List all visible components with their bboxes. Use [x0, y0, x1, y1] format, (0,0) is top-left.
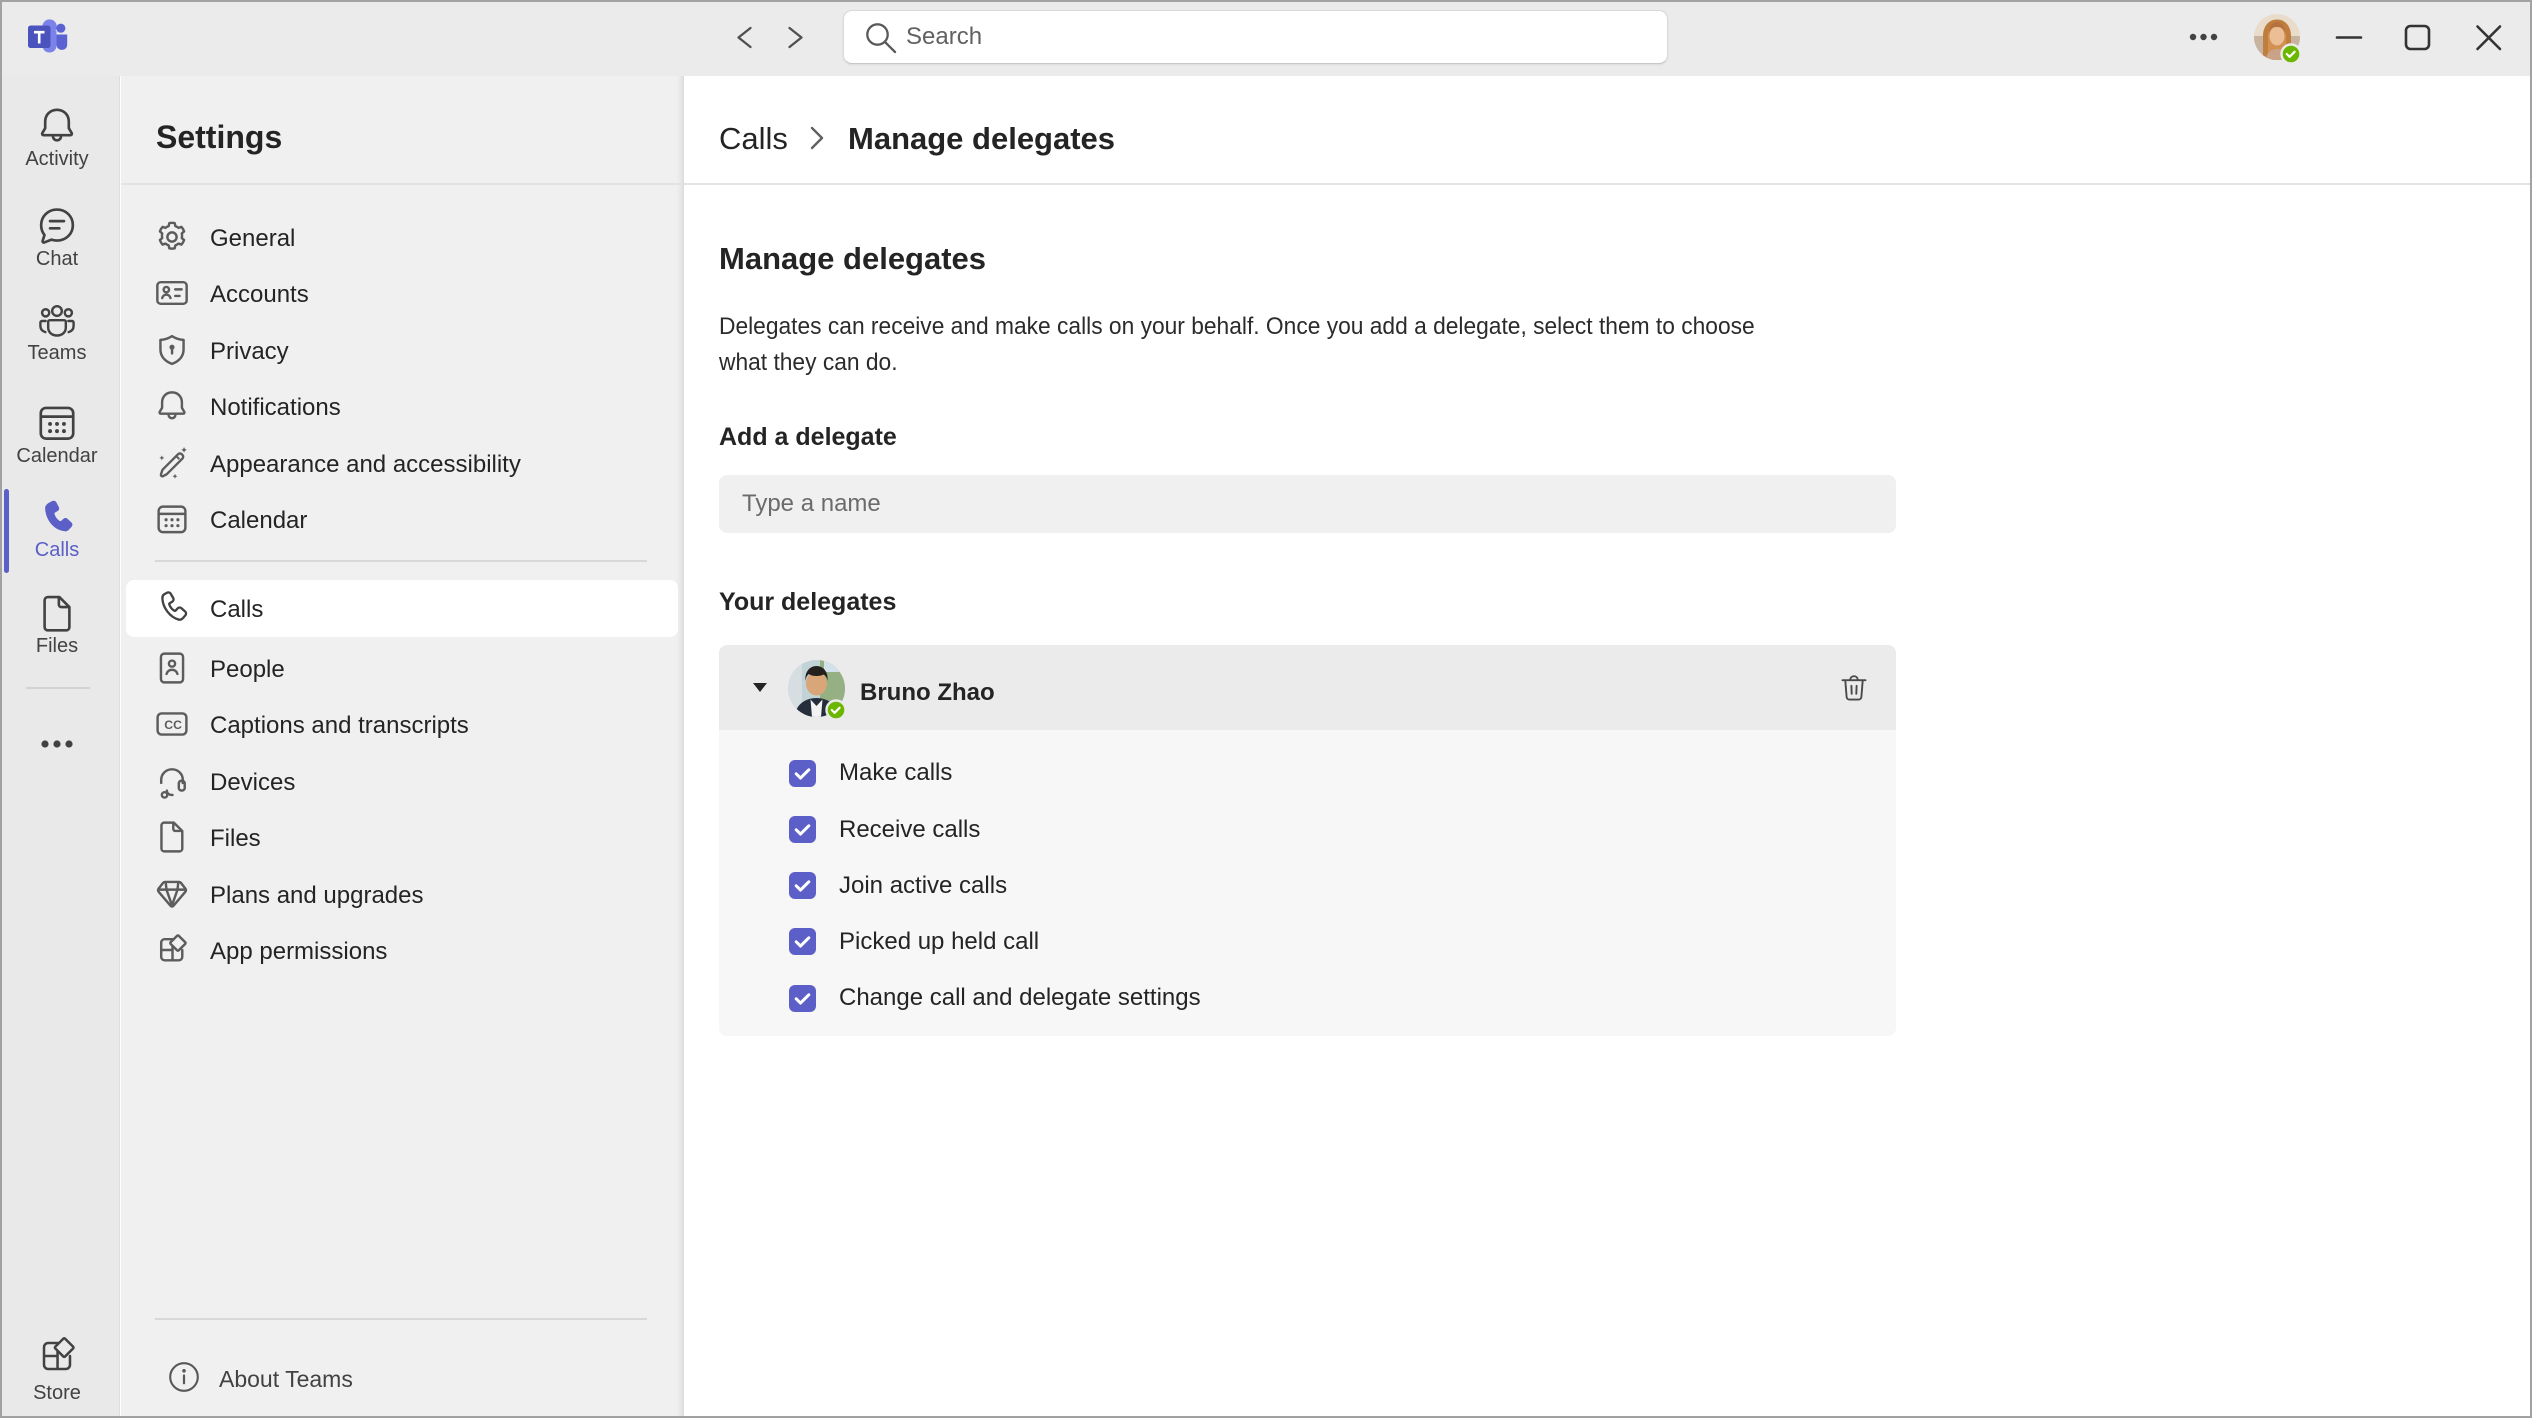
svg-text:CC: CC	[164, 718, 182, 732]
